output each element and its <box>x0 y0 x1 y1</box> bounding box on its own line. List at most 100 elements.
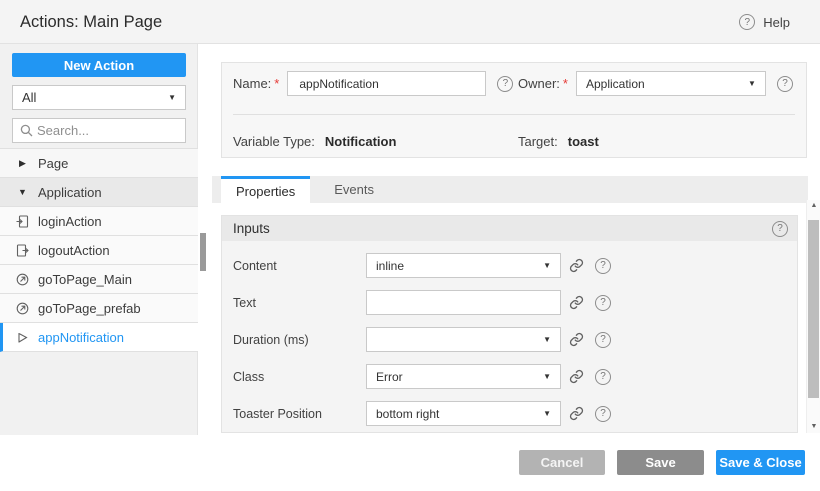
tree-item-label: appNotification <box>38 330 124 345</box>
chevron-right-icon: ▶ <box>16 158 29 169</box>
target-group: Target: toast <box>518 129 599 154</box>
variable-type-label: Variable Type: <box>233 134 315 149</box>
goto-page-icon <box>16 302 29 315</box>
toaster-position-value: bottom right <box>376 407 439 421</box>
owner-select[interactable]: Application ▼ <box>576 71 766 96</box>
required-marker: * <box>274 76 279 91</box>
name-input[interactable] <box>287 71 486 96</box>
action-detail-pane: Name: * ? Owner: * Application ▼ ? Varia… <box>210 44 820 435</box>
text-label: Text <box>233 296 366 310</box>
page-title: Actions: Main Page <box>20 0 162 44</box>
goto-page-icon <box>16 273 29 286</box>
search-box <box>12 118 186 143</box>
class-select[interactable]: Error ▼ <box>366 364 561 389</box>
target-label: Target: <box>518 134 558 149</box>
action-summary-box: Name: * ? Owner: * Application ▼ ? Varia… <box>221 62 807 158</box>
dialog-header: Actions: Main Page ? Help <box>0 0 820 44</box>
tree-item-label: goToPage_Main <box>38 272 132 287</box>
name-field-group: Name: * ? <box>233 71 513 96</box>
field-row-class: Class Error ▼ ? <box>222 364 797 389</box>
sidebar-item-page[interactable]: ▶ Page <box>0 149 198 178</box>
help-icon: ? <box>739 14 755 30</box>
link-icon[interactable] <box>569 258 584 273</box>
field-row-content: Content inline ▼ ? <box>222 253 797 278</box>
sidebar-item-gotopage-main[interactable]: goToPage_Main <box>0 265 198 294</box>
content-select[interactable]: inline ▼ <box>366 253 561 278</box>
save-and-close-button[interactable]: Save & Close <box>716 450 805 475</box>
inputs-section: Inputs ? Content inline ▼ ? Text <box>221 215 798 433</box>
sidebar-item-login-action[interactable]: loginAction <box>0 207 198 236</box>
toaster-position-select[interactable]: bottom right ▼ <box>366 401 561 426</box>
scroll-down-icon[interactable]: ▼ <box>807 421 820 433</box>
sidebar-item-gotopage-prefab[interactable]: goToPage_prefab <box>0 294 198 323</box>
sidebar-item-logout-action[interactable]: logoutAction <box>0 236 198 265</box>
help-label: Help <box>763 15 790 30</box>
help-icon[interactable]: ? <box>595 406 611 422</box>
owner-field-group: Owner: * Application ▼ ? <box>518 71 793 96</box>
sidebar-item-application[interactable]: ▼ Application <box>0 178 198 207</box>
help-icon[interactable]: ? <box>595 258 611 274</box>
properties-scrollbar-thumb[interactable] <box>808 220 819 398</box>
chevron-down-icon: ▼ <box>543 373 551 381</box>
new-action-button[interactable]: New Action <box>12 53 186 77</box>
search-icon <box>20 124 33 137</box>
help-icon[interactable]: ? <box>595 369 611 385</box>
required-marker: * <box>563 76 568 91</box>
variable-type-value: Notification <box>325 134 397 149</box>
name-label: Name: <box>233 76 271 91</box>
help-icon[interactable]: ? <box>497 76 513 92</box>
variable-type-group: Variable Type: Notification <box>233 129 396 154</box>
tab-label: Events <box>334 182 374 197</box>
tree-item-label: loginAction <box>38 214 102 229</box>
help-button[interactable]: ? Help <box>739 0 790 44</box>
logout-icon <box>16 244 29 257</box>
tab-properties[interactable]: Properties <box>221 176 310 203</box>
tree-item-label: goToPage_prefab <box>38 301 141 316</box>
tree-item-label: Application <box>38 185 102 200</box>
actions-dialog: Actions: Main Page ? Help New Action All… <box>0 0 820 491</box>
filter-dropdown[interactable]: All ▼ <box>12 85 186 110</box>
chevron-down-icon: ▼ <box>16 187 29 197</box>
target-value: toast <box>568 134 599 149</box>
content-value: inline <box>376 259 404 273</box>
notification-icon <box>16 331 29 344</box>
link-icon[interactable] <box>569 295 584 310</box>
tree-item-label: Page <box>38 156 68 171</box>
help-icon[interactable]: ? <box>595 295 611 311</box>
dialog-footer: Cancel Save Save & Close <box>0 435 820 491</box>
scroll-up-icon[interactable]: ▲ <box>807 200 820 212</box>
cancel-button[interactable]: Cancel <box>519 450 605 475</box>
sidebar-scrollbar-thumb[interactable] <box>200 233 206 271</box>
chevron-down-icon: ▼ <box>748 80 756 88</box>
tab-events[interactable]: Events <box>319 176 389 203</box>
field-row-toaster-position: Toaster Position bottom right ▼ ? <box>222 401 797 426</box>
chevron-down-icon: ▼ <box>543 336 551 344</box>
filter-value: All <box>22 90 36 105</box>
search-input[interactable] <box>37 119 183 142</box>
sidebar-scrollbar[interactable] <box>198 44 210 435</box>
help-icon[interactable]: ? <box>772 221 788 237</box>
link-icon[interactable] <box>569 332 584 347</box>
help-icon[interactable]: ? <box>595 332 611 348</box>
tab-label: Properties <box>236 184 295 199</box>
link-icon[interactable] <box>569 406 584 421</box>
duration-select[interactable]: ▼ <box>366 327 561 352</box>
toaster-position-label: Toaster Position <box>233 407 366 421</box>
save-button[interactable]: Save <box>617 450 704 475</box>
owner-label: Owner: <box>518 76 560 91</box>
duration-label: Duration (ms) <box>233 333 366 347</box>
actions-tree: ▶ Page ▼ Application loginAction <box>0 148 198 352</box>
login-icon <box>16 215 29 228</box>
sidebar-item-app-notification[interactable]: appNotification <box>0 323 198 352</box>
text-input[interactable] <box>366 290 561 315</box>
inputs-section-title: Inputs <box>233 221 270 236</box>
link-icon[interactable] <box>569 369 584 384</box>
field-row-duration: Duration (ms) ▼ ? <box>222 327 797 352</box>
properties-scrollbar[interactable]: ▲ ▼ <box>806 200 820 433</box>
inputs-section-header: Inputs ? <box>222 216 797 241</box>
help-icon[interactable]: ? <box>777 76 793 92</box>
class-value: Error <box>376 370 403 384</box>
tab-strip: Properties Events <box>212 176 808 203</box>
chevron-down-icon: ▼ <box>543 410 551 418</box>
class-label: Class <box>233 370 366 384</box>
